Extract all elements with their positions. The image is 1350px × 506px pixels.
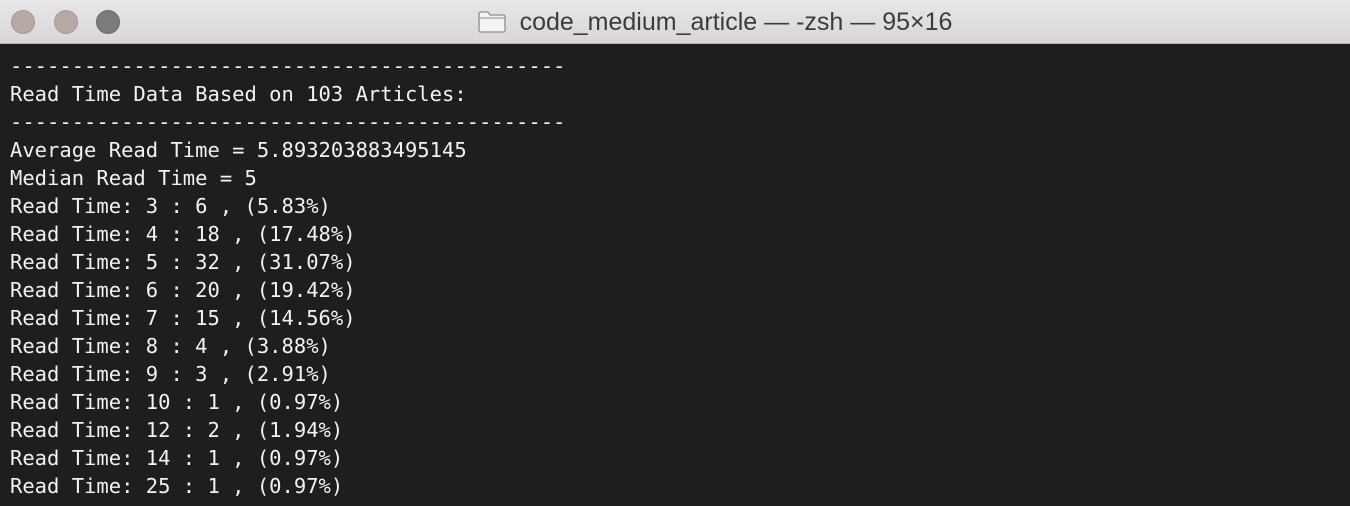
terminal-line: Read Time: 12 : 2 , (1.94%) bbox=[10, 418, 344, 442]
terminal-line: Average Read Time = 5.893203883495145 bbox=[10, 138, 467, 162]
folder-icon bbox=[477, 11, 506, 33]
terminal-line: ----------------------------------------… bbox=[10, 110, 566, 134]
window-title-group: code_medium_article — -zsh — 95×16 bbox=[0, 0, 1350, 44]
terminal-window: code_medium_article — -zsh — 95×16 -----… bbox=[0, 0, 1350, 506]
terminal-output[interactable]: ----------------------------------------… bbox=[0, 44, 1350, 506]
terminal-line: Read Time: 14 : 1 , (0.97%) bbox=[10, 446, 344, 470]
terminal-line: Read Time: 4 : 18 , (17.48%) bbox=[10, 222, 356, 246]
terminal-line: Median Read Time = 5 bbox=[10, 166, 257, 190]
terminal-line: ----------------------------------------… bbox=[10, 54, 566, 78]
terminal-line: Read Time: 8 : 4 , (3.88%) bbox=[10, 334, 331, 358]
terminal-line: Read Time Data Based on 103 Articles: bbox=[10, 82, 467, 106]
title-bar[interactable]: code_medium_article — -zsh — 95×16 bbox=[0, 0, 1350, 44]
terminal-line: Read Time: 6 : 20 , (19.42%) bbox=[10, 278, 356, 302]
terminal-line: Read Time: 3 : 6 , (5.83%) bbox=[10, 194, 331, 218]
terminal-line: Read Time: 25 : 1 , (0.97%) bbox=[10, 474, 344, 498]
terminal-line: Read Time: 7 : 15 , (14.56%) bbox=[10, 306, 356, 330]
window-title: code_medium_article — -zsh — 95×16 bbox=[519, 7, 953, 36]
terminal-line: Read Time: 10 : 1 , (0.97%) bbox=[10, 390, 344, 414]
terminal-line: Read Time: 5 : 32 , (31.07%) bbox=[10, 250, 356, 274]
terminal-line: Read Time: 9 : 3 , (2.91%) bbox=[10, 362, 331, 386]
